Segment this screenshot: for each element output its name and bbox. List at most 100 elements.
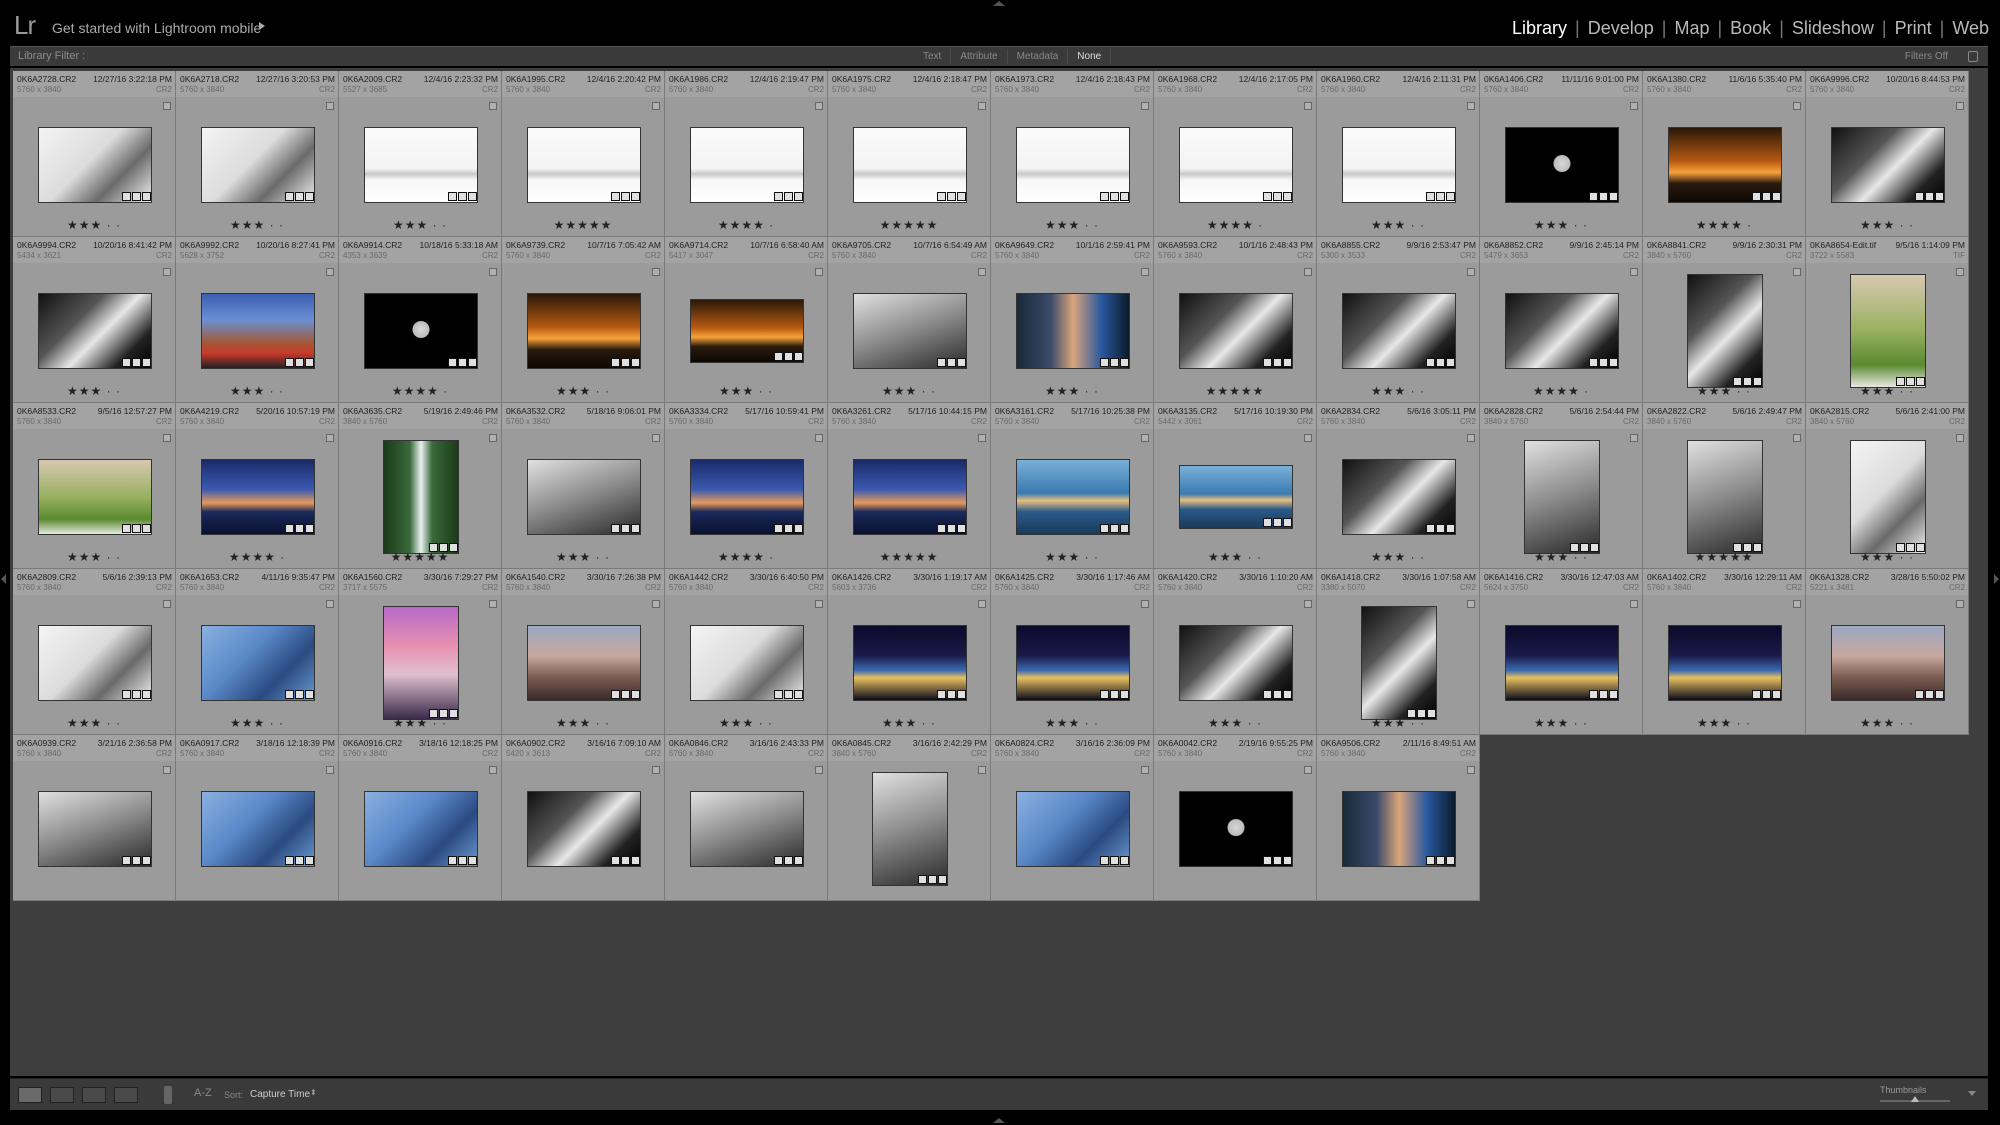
metadata-badge-icon[interactable] [122, 524, 131, 533]
crop-badge-icon[interactable] [1599, 690, 1608, 699]
star-rating[interactable]: ★★★ · · [991, 218, 1153, 232]
photo-cell[interactable]: 0K6A9714.CR2 10/7/16 6:58:40 AM 5417 x 304… [665, 237, 828, 403]
photo-cell[interactable]: 0K6A9739.CR2 10/7/16 7:05:42 AM 5760 x 384… [502, 237, 665, 403]
metadata-badge-icon[interactable] [774, 524, 783, 533]
star-rating[interactable]: ★★★ · · [1317, 716, 1479, 730]
star-rating[interactable]: ★★★ · · [991, 384, 1153, 398]
survey-view-icon[interactable] [114, 1087, 138, 1103]
crop-badge-icon[interactable] [132, 358, 141, 367]
develop-badge-icon[interactable] [957, 690, 966, 699]
develop-badge-icon[interactable] [1283, 856, 1292, 865]
photo-cell[interactable]: 0K6A9593.CR2 10/1/16 2:48:43 PM 5760 x 384… [1154, 237, 1317, 403]
photo-cell[interactable]: 0K6A2834.CR2 5/6/16 3:05:11 PM 5760 x 3840… [1317, 403, 1480, 569]
flag-icon[interactable] [652, 434, 660, 442]
develop-badge-icon[interactable] [794, 856, 803, 865]
develop-badge-icon[interactable] [1609, 192, 1618, 201]
flag-icon[interactable] [1956, 434, 1964, 442]
develop-badge-icon[interactable] [305, 358, 314, 367]
flag-icon[interactable] [815, 434, 823, 442]
crop-badge-icon[interactable] [458, 358, 467, 367]
photo-cell[interactable]: 0K6A0042.CR2 2/19/16 9:55:25 PM 5760 x 384… [1154, 735, 1317, 901]
develop-badge-icon[interactable] [305, 690, 314, 699]
metadata-badge-icon[interactable] [448, 192, 457, 201]
flag-icon[interactable] [1630, 268, 1638, 276]
crop-badge-icon[interactable] [784, 856, 793, 865]
star-rating[interactable]: ★★★ · · [13, 716, 175, 730]
metadata-badge-icon[interactable] [285, 690, 294, 699]
metadata-badge-icon[interactable] [1752, 192, 1761, 201]
photo-thumbnail[interactable] [872, 772, 948, 886]
develop-badge-icon[interactable] [1283, 518, 1292, 527]
develop-badge-icon[interactable] [938, 875, 947, 884]
loupe-view-icon[interactable] [50, 1087, 74, 1103]
sort-direction-icon[interactable]: A-Z [194, 1087, 212, 1099]
metadata-badge-icon[interactable] [611, 524, 620, 533]
crop-badge-icon[interactable] [1436, 856, 1445, 865]
star-rating[interactable]: ★★★ · · [991, 716, 1153, 730]
star-rating[interactable]: ★★★ · · [1480, 716, 1642, 730]
star-rating[interactable]: ★★★ · · [828, 716, 990, 730]
develop-badge-icon[interactable] [1120, 856, 1129, 865]
star-rating[interactable]: ★★★ · · [665, 384, 827, 398]
photo-cell[interactable]: 0K6A3161.CR2 5/17/16 10:25:38 PM 5760 x 38… [991, 403, 1154, 569]
photo-cell[interactable]: 0K6A1425.CR2 3/30/16 1:17:46 AM 5760 x 384… [991, 569, 1154, 735]
crop-badge-icon[interactable] [1599, 192, 1608, 201]
crop-badge-icon[interactable] [295, 192, 304, 201]
star-rating[interactable]: ★★★ · · [1806, 550, 1968, 564]
photo-cell[interactable]: 0K6A9994.CR2 10/20/16 8:41:42 PM 5434 x 36… [13, 237, 176, 403]
metadata-badge-icon[interactable] [1100, 358, 1109, 367]
photo-thumbnail[interactable] [1687, 440, 1763, 554]
develop-badge-icon[interactable] [1120, 690, 1129, 699]
star-rating[interactable]: ★★★ · · [665, 716, 827, 730]
flag-icon[interactable] [1793, 600, 1801, 608]
photo-cell[interactable]: 0K6A9992.CR2 10/20/16 8:27:41 PM 5628 x 37… [176, 237, 339, 403]
metadata-badge-icon[interactable] [1426, 358, 1435, 367]
crop-badge-icon[interactable] [784, 524, 793, 533]
develop-badge-icon[interactable] [305, 192, 314, 201]
develop-badge-icon[interactable] [1446, 358, 1455, 367]
crop-badge-icon[interactable] [784, 192, 793, 201]
crop-badge-icon[interactable] [295, 856, 304, 865]
star-rating[interactable]: ★★★ · · [1806, 218, 1968, 232]
photo-cell[interactable]: 0K6A0916.CR2 3/18/16 12:18:25 PM 5760 x 38… [339, 735, 502, 901]
develop-badge-icon[interactable] [794, 524, 803, 533]
photo-cell[interactable]: 0K6A9649.CR2 10/1/16 2:59:41 PM 5760 x 384… [991, 237, 1154, 403]
flag-icon[interactable] [163, 102, 171, 110]
star-rating[interactable]: ★★★ · · [991, 550, 1153, 564]
star-rating[interactable]: ★★★ · · [1317, 218, 1479, 232]
crop-badge-icon[interactable] [621, 358, 630, 367]
photo-cell[interactable]: 0K6A3532.CR2 5/18/16 9:06:01 PM 5760 x 384… [502, 403, 665, 569]
star-rating[interactable]: ★★★ · · [1317, 384, 1479, 398]
metadata-badge-icon[interactable] [122, 358, 131, 367]
metadata-badge-icon[interactable] [1100, 690, 1109, 699]
crop-badge-icon[interactable] [1599, 358, 1608, 367]
promo-arrow-icon[interactable] [259, 22, 265, 30]
crop-badge-icon[interactable] [295, 358, 304, 367]
develop-badge-icon[interactable] [1935, 192, 1944, 201]
metadata-badge-icon[interactable] [122, 856, 131, 865]
module-map[interactable]: Map [1669, 18, 1714, 39]
photo-cell[interactable]: 0K6A2822.CR2 5/6/16 2:49:47 PM 3840 x 5760… [1643, 403, 1806, 569]
crop-badge-icon[interactable] [947, 524, 956, 533]
crop-badge-icon[interactable] [1436, 524, 1445, 533]
develop-badge-icon[interactable] [1283, 690, 1292, 699]
star-rating[interactable]: ★★★★★ [828, 550, 990, 564]
mobile-promo-link[interactable]: Get started with Lightroom mobile [52, 20, 261, 36]
flag-icon[interactable] [489, 434, 497, 442]
photo-cell[interactable]: 0K6A1960.CR2 12/4/16 2:11:31 PM 5760 x 384… [1317, 71, 1480, 237]
star-rating[interactable]: ★★★ · · [176, 218, 338, 232]
metadata-badge-icon[interactable] [611, 690, 620, 699]
flag-icon[interactable] [163, 600, 171, 608]
crop-badge-icon[interactable] [1110, 192, 1119, 201]
photo-cell[interactable]: 0K6A9705.CR2 10/7/16 6:54:49 AM 5760 x 384… [828, 237, 991, 403]
crop-badge-icon[interactable] [1273, 192, 1282, 201]
develop-badge-icon[interactable] [631, 856, 640, 865]
photo-cell[interactable]: 0K6A1380.CR2 11/6/16 5:35:40 PM 5760 x 384… [1643, 71, 1806, 237]
develop-badge-icon[interactable] [1446, 524, 1455, 533]
photo-cell[interactable]: 0K6A8852.CR2 9/9/16 2:45:14 PM 5479 x 3653… [1480, 237, 1643, 403]
flag-icon[interactable] [1630, 102, 1638, 110]
left-panel-toggle-icon[interactable] [1, 574, 6, 584]
develop-badge-icon[interactable] [631, 524, 640, 533]
metadata-badge-icon[interactable] [1100, 856, 1109, 865]
toolbar-menu-icon[interactable] [1968, 1091, 1976, 1096]
